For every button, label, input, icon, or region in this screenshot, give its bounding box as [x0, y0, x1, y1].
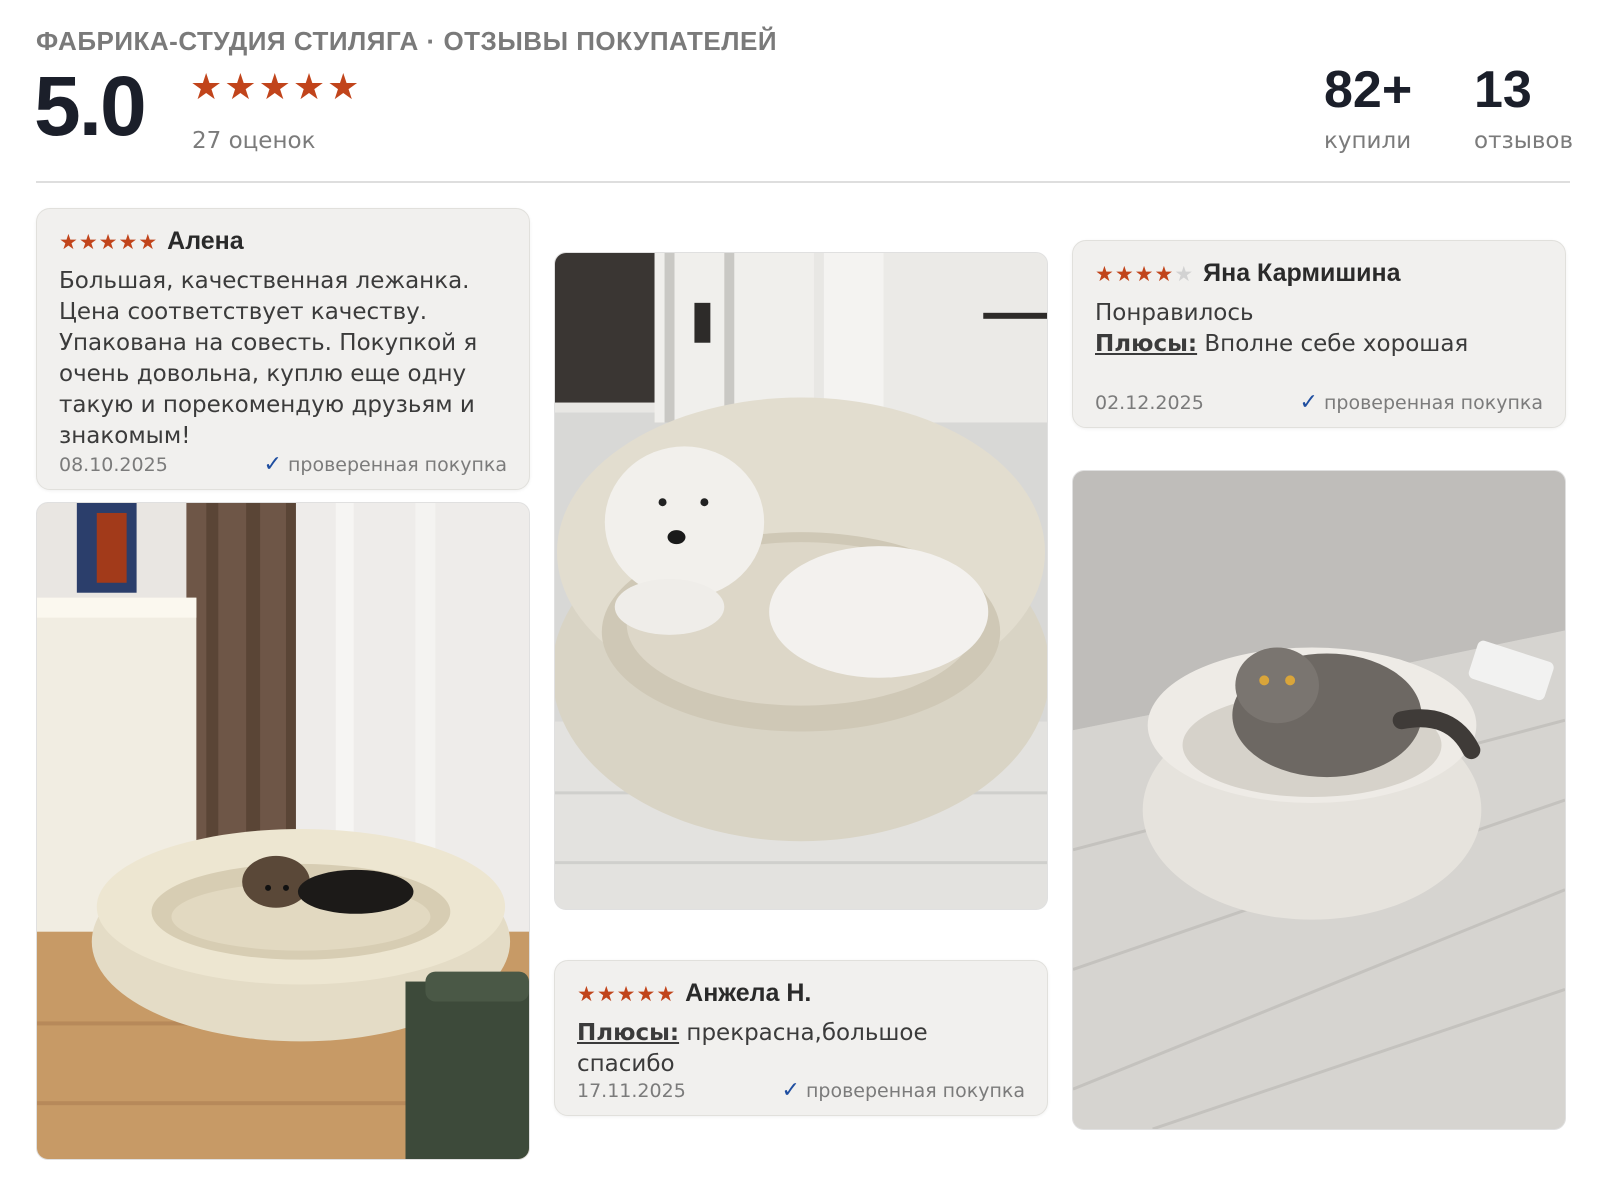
verified-badge: ✓ проверенная покупка: [264, 452, 507, 477]
star-icon: ★: [1095, 261, 1114, 286]
review-text: Понравилось Плюсы: Вполне себе хорошая: [1095, 298, 1543, 360]
checkmark-icon: ✓: [263, 452, 282, 477]
review-footer: 08.10.2025 ✓ проверенная покупка: [59, 452, 507, 477]
checkmark-icon: ✓: [781, 1078, 800, 1103]
review-date: 02.12.2025: [1095, 391, 1204, 414]
review-header: ★ ★ ★ ★ ★ Анжела Н.: [577, 979, 1025, 1008]
review-date: 17.11.2025: [577, 1079, 686, 1102]
review-photo-poodle[interactable]: [554, 252, 1048, 910]
star-icon: ★: [596, 981, 616, 1006]
ratings-count: 27 оценок: [192, 128, 316, 154]
review-photo-yorkie[interactable]: [36, 502, 530, 1160]
star-icon: ★: [78, 229, 98, 254]
review-text: Плюсы: прекрасна,большое спасибо: [577, 1018, 1025, 1080]
bought-label: купили: [1324, 128, 1412, 154]
review-card-yana[interactable]: ★ ★ ★ ★ ★ Яна Кармишина Понравилось Плюсы: В…: [1072, 240, 1566, 428]
verified-badge: ✓ проверенная покупка: [782, 1078, 1025, 1103]
review-text: Большая, качественная лежанка. Цена соот…: [59, 268, 478, 449]
star-icon: ★: [98, 229, 118, 254]
bought-number: 82+: [1324, 61, 1413, 119]
star-icon: ★: [616, 981, 636, 1006]
review-date: 08.10.2025: [59, 453, 168, 476]
average-rating-stars: ★ ★ ★ ★ ★: [190, 70, 359, 106]
review-stars: ★ ★ ★ ★ ★: [59, 231, 157, 253]
star-icon: ★: [656, 981, 676, 1006]
review-header: ★ ★ ★ ★ ★ Алена: [59, 227, 507, 256]
star-icon: ★: [327, 67, 360, 108]
reviews-stat: 13 отзывов: [1474, 58, 1573, 154]
reviews-number: 13: [1474, 61, 1532, 119]
star-icon: ★: [1134, 261, 1154, 286]
pros-label: Плюсы:: [1095, 331, 1198, 357]
reviews-label: отзывов: [1474, 128, 1574, 154]
star-icon: ★: [258, 67, 291, 108]
star-icon: ★: [138, 229, 158, 254]
reviewer-name: Алена: [167, 227, 244, 255]
star-icon: ★: [118, 229, 138, 254]
star-icon: ★: [190, 67, 223, 108]
star-icon: ★: [1154, 261, 1174, 286]
review-photo-cat[interactable]: [1072, 470, 1566, 1130]
bought-stat: 82+ купили: [1324, 58, 1412, 154]
pros-text: Вполне себе хорошая: [1197, 331, 1469, 357]
average-score: 5.0: [34, 59, 147, 153]
checkmark-icon: ✓: [1299, 390, 1318, 415]
review-stars: ★ ★ ★ ★ ★: [577, 983, 675, 1005]
star-icon: ★: [636, 981, 656, 1006]
star-icon: ★: [1114, 261, 1134, 286]
star-icon: ★: [59, 229, 78, 254]
star-icon: ★: [224, 67, 257, 108]
star-icon: ★: [577, 981, 596, 1006]
verified-badge: ✓ проверенная покупка: [1300, 390, 1543, 415]
reviewer-name: Яна Кармишина: [1203, 259, 1401, 287]
verified-label: проверенная покупка: [805, 1079, 1025, 1102]
star-icon: ★: [292, 67, 326, 108]
star-icon: ★: [1174, 261, 1194, 286]
review-summary: Понравилось: [1095, 300, 1254, 326]
review-card-alena[interactable]: ★ ★ ★ ★ ★ Алена Большая, качественная лежанк…: [36, 208, 530, 490]
pros-label: Плюсы:: [577, 1020, 680, 1046]
review-stars: ★ ★ ★ ★ ★: [1095, 263, 1193, 285]
verified-label: проверенная покупка: [287, 453, 507, 476]
header-divider: [36, 181, 1570, 183]
review-footer: 02.12.2025 ✓ проверенная покупка: [1095, 390, 1543, 415]
review-header: ★ ★ ★ ★ ★ Яна Кармишина: [1095, 259, 1543, 288]
reviewer-name: Анжела Н.: [685, 979, 812, 1007]
poodle-bed-image: [555, 253, 1047, 909]
yorkie-bed-image: [37, 503, 529, 1159]
review-card-anzhela[interactable]: ★ ★ ★ ★ ★ Анжела Н. Плюсы: прекрасна,большое…: [554, 960, 1048, 1116]
cat-bed-image: [1073, 471, 1565, 1129]
review-footer: 17.11.2025 ✓ проверенная покупка: [577, 1078, 1025, 1103]
verified-label: проверенная покупка: [1323, 391, 1543, 414]
brand-title: ФАБРИКА-СТУДИЯ СТИЛЯГА · ОТЗЫВЫ ПОКУПАТЕ…: [36, 26, 778, 56]
review-pros: Плюсы: Вполне себе хорошая: [1095, 329, 1543, 360]
